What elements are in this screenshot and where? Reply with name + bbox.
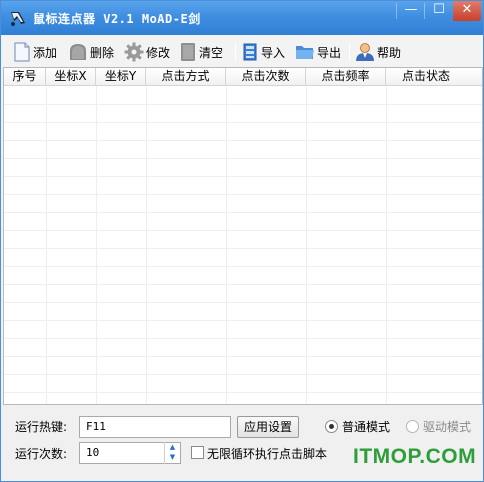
toolbar-separator (235, 43, 236, 61)
table-grid-line (146, 86, 147, 404)
normal-mode-label[interactable]: 普通模式 (342, 418, 390, 435)
table-grid-line (4, 194, 482, 195)
table-grid-line (4, 356, 482, 357)
import-label: 导入 (261, 45, 286, 60)
stepper-down-icon[interactable]: ▼ (165, 452, 180, 462)
settings-panel: 运行热键: F11 应用设置 普通模式 驱动模式 运行次数: 10 ▲ ▼ 无限… (1, 405, 483, 481)
edit-label: 修改 (146, 45, 171, 60)
toolbar: 添加 删除 修改 清空 导入 导出 帮助 (1, 35, 483, 67)
infinite-loop-label[interactable]: 无限循环执行点击脚本 (207, 445, 327, 462)
table-grid-line (4, 158, 482, 159)
table-grid-line (306, 86, 307, 404)
table-grid-line (4, 266, 482, 267)
delete-label: 删除 (90, 45, 115, 60)
table-grid-line (4, 230, 482, 231)
table-grid-line (4, 176, 482, 177)
mouse-cursor-icon (11, 12, 25, 26)
table-grid-line (46, 86, 47, 404)
clear-button[interactable]: 清空 (179, 40, 223, 64)
hotkey-input[interactable]: F11 (79, 416, 231, 438)
normal-mode-radio[interactable] (325, 420, 338, 433)
apply-settings-button[interactable]: 应用设置 (237, 416, 299, 438)
title-bar[interactable]: 鼠标连点器 V2.1 MoAD-E剑 — ☐ ✕ (1, 1, 483, 35)
run-count-label: 运行次数: (15, 447, 68, 461)
table-grid-line (4, 140, 482, 141)
driver-mode-radio[interactable] (406, 420, 419, 433)
table-header: 序号 坐标X 坐标Y 点击方式 点击次数 点击频率 点击状态 (4, 68, 482, 86)
run-count-stepper[interactable]: ▲ ▼ (164, 442, 180, 464)
maximize-button[interactable]: ☐ (425, 1, 453, 21)
app-window: 鼠标连点器 V2.1 MoAD-E剑 — ☐ ✕ 添加 删除 修改 清空 导入 … (0, 0, 484, 482)
table-grid-line (226, 86, 227, 404)
driver-mode-label[interactable]: 驱动模式 (423, 418, 471, 435)
import-button[interactable]: 导入 (241, 40, 285, 64)
gear-icon (124, 42, 144, 62)
column-header-click-type[interactable]: 点击方式 (146, 68, 226, 86)
table-grid-line (4, 302, 482, 303)
table-grid-line (4, 284, 482, 285)
table-grid-line (4, 212, 482, 213)
folder-icon (296, 46, 314, 59)
close-button[interactable]: ✕ (453, 1, 481, 21)
user-help-icon (356, 43, 374, 61)
table-body[interactable] (4, 86, 482, 404)
add-label: 添加 (33, 45, 58, 60)
import-icon (243, 43, 257, 61)
column-header-click-count[interactable]: 点击次数 (226, 68, 306, 86)
clear-icon (181, 43, 195, 61)
table-grid-line (4, 338, 482, 339)
table-grid-line (386, 86, 387, 404)
watermark-logo: ITMOP.COM (353, 445, 477, 468)
column-header-click-rate[interactable]: 点击频率 (306, 68, 386, 86)
delete-button[interactable]: 删除 (68, 40, 114, 64)
table-grid-line (4, 248, 482, 249)
table-grid-line (4, 392, 482, 393)
window-title: 鼠标连点器 V2.1 MoAD-E剑 (33, 12, 201, 26)
delete-icon (70, 44, 86, 60)
click-list-table[interactable]: 序号 坐标X 坐标Y 点击方式 点击次数 点击频率 点击状态 (3, 67, 483, 405)
table-grid-line (96, 86, 97, 404)
toolbar-separator (349, 43, 350, 61)
table-grid-line (4, 374, 482, 375)
help-button[interactable]: 帮助 (355, 40, 401, 64)
stepper-up-icon[interactable]: ▲ (165, 442, 180, 452)
add-button[interactable]: 添加 (13, 40, 57, 64)
table-grid-line (4, 122, 482, 123)
column-header-x[interactable]: 坐标X (46, 68, 96, 86)
table-grid-line (4, 320, 482, 321)
export-button[interactable]: 导出 (295, 40, 341, 64)
radio-selected-dot (329, 424, 334, 429)
export-label: 导出 (317, 45, 342, 60)
column-header-click-status[interactable]: 点击状态 (386, 68, 466, 86)
table-grid-line (4, 104, 482, 105)
column-header-index[interactable]: 序号 (4, 68, 46, 86)
hotkey-label: 运行热键: (15, 420, 68, 434)
edit-button[interactable]: 修改 (124, 40, 170, 64)
minimize-button[interactable]: — (397, 1, 425, 21)
infinite-loop-checkbox[interactable] (191, 446, 204, 459)
clear-label: 清空 (199, 45, 224, 60)
help-label: 帮助 (377, 45, 402, 60)
new-document-icon (14, 42, 30, 62)
column-header-y[interactable]: 坐标Y (96, 68, 146, 86)
